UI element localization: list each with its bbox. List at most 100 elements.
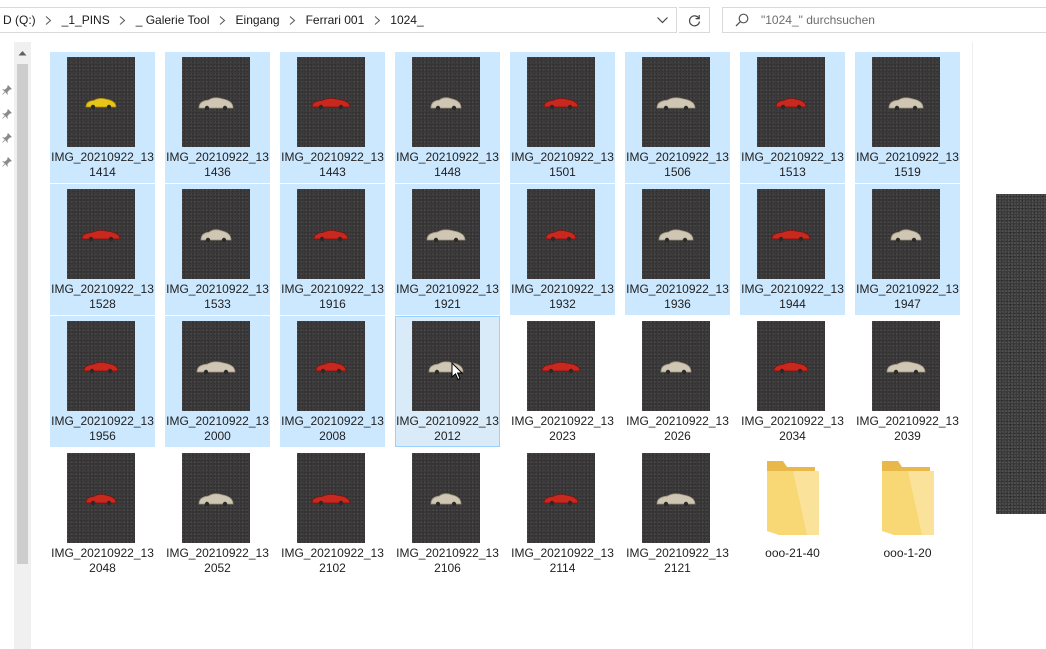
file-item[interactable]: IMG_20210922_13 2034 xyxy=(740,316,845,447)
file-item[interactable]: IMG_20210922_13 1956 xyxy=(50,316,155,447)
file-item[interactable]: IMG_20210922_13 1443 xyxy=(280,52,385,183)
file-name-label: IMG_20210922_13 1936 xyxy=(626,282,729,312)
pane-divider xyxy=(972,42,973,649)
file-item[interactable]: IMG_20210922_13 1519 xyxy=(855,52,960,183)
file-name-line: IMG_20210922_13 xyxy=(396,546,499,560)
file-name-label: IMG_20210922_13 1932 xyxy=(511,282,614,312)
file-item[interactable]: IMG_20210922_13 2114 xyxy=(510,448,615,579)
file-item[interactable]: IMG_20210922_13 1501 xyxy=(510,52,615,183)
breadcrumb-pins[interactable]: _1_PINS xyxy=(60,13,112,27)
file-name-line: 1932 xyxy=(549,297,576,311)
file-name-label: IMG_20210922_13 1436 xyxy=(166,150,269,180)
search-box[interactable] xyxy=(722,7,1046,33)
file-item[interactable]: IMG_20210922_13 2008 xyxy=(280,316,385,447)
image-thumbnail xyxy=(182,189,250,279)
file-name-line: IMG_20210922_13 xyxy=(281,282,384,296)
file-item[interactable]: IMG_20210922_13 2023 xyxy=(510,316,615,447)
image-thumbnail xyxy=(412,57,480,147)
file-item[interactable]: IMG_20210922_13 2026 xyxy=(625,316,730,447)
image-thumbnail xyxy=(67,189,135,279)
mouse-cursor-icon xyxy=(451,362,463,381)
image-thumbnail xyxy=(527,453,595,543)
file-item[interactable]: IMG_20210922_13 2102 xyxy=(280,448,385,579)
file-name-line: 2052 xyxy=(204,561,231,575)
pin-icon[interactable] xyxy=(2,157,12,167)
file-item[interactable]: IMG_20210922_13 2039 xyxy=(855,316,960,447)
file-item[interactable]: IMG_20210922_13 1506 xyxy=(625,52,730,183)
image-thumbnail xyxy=(642,189,710,279)
breadcrumb-galerie-tool[interactable]: _ Galerie Tool xyxy=(134,13,212,27)
file-item[interactable]: IMG_20210922_13 2106 xyxy=(395,448,500,579)
file-item[interactable]: IMG_20210922_13 1921 xyxy=(395,184,500,315)
folder-item[interactable]: ooo-21-40 xyxy=(740,448,845,579)
chevron-right-icon[interactable] xyxy=(38,15,60,25)
file-item[interactable]: IMG_20210922_13 1528 xyxy=(50,184,155,315)
search-input[interactable] xyxy=(761,11,1041,29)
file-name-line: IMG_20210922_13 xyxy=(511,414,614,428)
pin-icon[interactable] xyxy=(2,109,12,119)
chevron-right-icon[interactable] xyxy=(212,15,234,25)
chevron-right-icon[interactable] xyxy=(112,15,134,25)
address-bar[interactable]: D (Q:) _1_PINS _ Galerie Tool Eingang Fe… xyxy=(0,7,677,33)
file-name-line: IMG_20210922_13 xyxy=(166,150,269,164)
car-pin-graphic xyxy=(430,492,462,506)
breadcrumb-ferrari-001[interactable]: Ferrari 001 xyxy=(304,13,367,27)
file-name-label: IMG_20210922_13 1443 xyxy=(281,150,384,180)
pin-icon[interactable] xyxy=(2,85,12,95)
file-name-line: 1528 xyxy=(89,297,116,311)
file-item[interactable]: IMG_20210922_13 2000 xyxy=(165,316,270,447)
chevron-right-icon[interactable] xyxy=(366,15,388,25)
file-item[interactable]: IMG_20210922_13 1414 xyxy=(50,52,155,183)
file-item[interactable]: IMG_20210922_13 1916 xyxy=(280,184,385,315)
file-item[interactable]: IMG_20210922_13 2121 xyxy=(625,448,730,579)
scroll-up-arrow-icon[interactable] xyxy=(18,50,27,56)
image-thumbnail xyxy=(412,321,480,411)
file-item[interactable]: IMG_20210922_13 1533 xyxy=(165,184,270,315)
image-thumbnail xyxy=(527,189,595,279)
file-item[interactable]: IMG_20210922_13 1947 xyxy=(855,184,960,315)
breadcrumb-current-folder[interactable]: 1024_ xyxy=(388,13,425,27)
file-name-line: 2000 xyxy=(204,429,231,443)
breadcrumb-drive[interactable]: D (Q:) xyxy=(1,13,38,27)
file-item[interactable]: IMG_20210922_13 2052 xyxy=(165,448,270,579)
file-name-label: IMG_20210922_13 1944 xyxy=(741,282,844,312)
nav-scrollbar[interactable] xyxy=(14,42,31,649)
refresh-icon xyxy=(688,14,700,26)
file-item[interactable]: IMG_20210922_13 1436 xyxy=(165,52,270,183)
file-name-line: 1533 xyxy=(204,297,231,311)
file-name-line: IMG_20210922_13 xyxy=(51,282,154,296)
chevron-right-icon[interactable] xyxy=(282,15,304,25)
file-item[interactable]: IMG_20210922_13 1936 xyxy=(625,184,730,315)
refresh-button[interactable] xyxy=(679,7,710,33)
file-item[interactable]: IMG_20210922_13 1944 xyxy=(740,184,845,315)
file-item[interactable]: IMG_20210922_13 1513 xyxy=(740,52,845,183)
file-name-label: IMG_20210922_13 2012 xyxy=(396,414,499,444)
folder-item[interactable]: ooo-1-20 xyxy=(855,448,960,579)
car-pin-graphic xyxy=(196,360,236,374)
file-item[interactable]: IMG_20210922_13 1448 xyxy=(395,52,500,183)
breadcrumb-eingang[interactable]: Eingang xyxy=(234,13,282,27)
file-name-line: 2048 xyxy=(89,561,116,575)
car-pin-graphic xyxy=(83,361,119,373)
navigation-pane xyxy=(0,42,14,649)
folder-icon xyxy=(767,461,819,535)
file-name-line: IMG_20210922_13 xyxy=(51,150,154,164)
file-name-line: 1936 xyxy=(664,297,691,311)
file-item[interactable]: IMG_20210922_13 2012 xyxy=(395,316,500,447)
image-thumbnail xyxy=(757,57,825,147)
address-toolbar: D (Q:) _1_PINS _ Galerie Tool Eingang Fe… xyxy=(0,0,1046,42)
preview-image xyxy=(996,194,1046,514)
folder-icon xyxy=(882,461,934,535)
image-thumbnail xyxy=(757,189,825,279)
pin-icon[interactable] xyxy=(2,133,12,143)
file-item[interactable]: IMG_20210922_13 1932 xyxy=(510,184,615,315)
file-name-label: IMG_20210922_13 2026 xyxy=(626,414,729,444)
file-item[interactable]: IMG_20210922_13 2048 xyxy=(50,448,155,579)
chevron-down-icon[interactable] xyxy=(650,9,674,31)
file-name-label: IMG_20210922_13 1414 xyxy=(51,150,154,180)
scrollbar-thumb[interactable] xyxy=(17,64,28,564)
file-name-line: IMG_20210922_13 xyxy=(281,414,384,428)
car-pin-graphic xyxy=(81,229,121,241)
file-name-label: IMG_20210922_13 1448 xyxy=(396,150,499,180)
car-pin-graphic xyxy=(313,229,349,241)
